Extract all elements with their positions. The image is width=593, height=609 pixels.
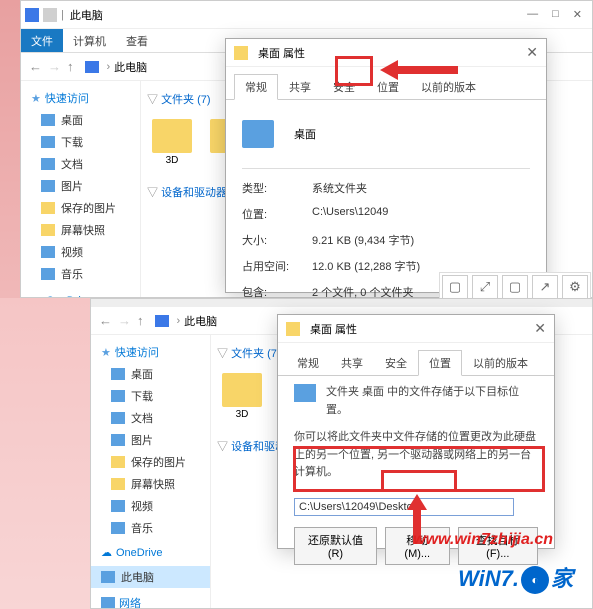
sidebar-item-saved[interactable]: 保存的图片 [21,197,140,219]
folder-item[interactable]: 3D [147,119,197,170]
label-type: 类型: [242,180,312,196]
value-location: C:\Users\12049 [312,206,530,222]
dialog-icon [286,322,300,336]
sidebar-item-downloads[interactable]: 下载 [21,131,140,153]
sidebar-network[interactable]: 网络 [91,592,210,608]
sidebar-item-downloads[interactable]: 下载 [91,385,210,407]
tab-security[interactable]: 安全 [374,350,418,376]
sidebar-item-music[interactable]: 音乐 [21,263,140,285]
logo: WiN7.◐家 [458,561,573,594]
titlebar: | 此电脑 — □ ✕ [21,1,592,29]
action-btn-3[interactable]: ▢ [502,275,528,299]
window-title: 此电脑 [70,7,103,23]
up-icon[interactable]: ↑ [67,59,74,74]
label-disk: 占用空间: [242,258,312,274]
sidebar-item-saved[interactable]: 保存的图片 [91,451,210,473]
forward-icon[interactable]: → [48,59,61,74]
sidebar-onedrive[interactable]: ☁OneDrive [21,291,140,297]
forward-icon[interactable]: → [118,313,131,328]
tab-share[interactable]: 共享 [278,74,322,100]
tab-security[interactable]: 安全 [322,74,366,100]
sidebar-item-documents[interactable]: 文档 [21,153,140,175]
maximize-icon[interactable]: □ [552,8,559,21]
path-text: 此电脑 [184,313,217,329]
folder-large-icon [242,120,274,148]
sidebar-item-videos[interactable]: 视频 [21,241,140,263]
sidebar-item-music[interactable]: 音乐 [91,517,210,539]
dialog-tabs: 常规 共享 安全 位置 以前的版本 [226,67,546,100]
location-desc-1: 文件夹 桌面 中的文件存储于以下目标位置。 [326,384,538,419]
dialog-icon [234,46,248,60]
qat-icon [43,8,57,22]
path-text: 此电脑 [114,59,147,75]
sidebar: ★快速访问 桌面 下载 文档 图片 保存的图片 屏幕快照 视频 音乐 ☁OneD… [91,335,211,608]
value-size: 9.21 KB (9,434 字节) [312,232,530,248]
tab-location[interactable]: 位置 [366,74,410,100]
action-btn-5[interactable]: ⚙ [562,275,588,299]
tab-share[interactable]: 共享 [330,350,374,376]
sidebar-quick-access[interactable]: ★快速访问 [91,341,210,363]
location-desc-2: 你可以将此文件夹中文件存储的位置更改为此硬盘上的另一个位置, 另一个驱动器或网络… [294,429,538,482]
sidebar-item-pictures[interactable]: 图片 [21,175,140,197]
titlebar [91,299,592,307]
sidebar-quick-access[interactable]: ★快速访问 [21,87,140,109]
close-icon[interactable]: ✕ [526,44,538,61]
tab-location[interactable]: 位置 [418,350,462,376]
back-icon[interactable]: ← [29,59,42,74]
dialog-titlebar: 桌面 属性 ✕ [278,315,554,343]
sidebar: ★快速访问 桌面 下载 文档 图片 保存的图片 屏幕快照 视频 音乐 ☁OneD… [21,81,141,297]
sidebar-item-desktop[interactable]: 桌面 [91,363,210,385]
dialog-titlebar: 桌面 属性 ✕ [226,39,546,67]
ribbon-tab-computer[interactable]: 计算机 [63,29,116,52]
label-size: 大小: [242,232,312,248]
pc-icon [155,315,169,327]
watermark-text: www.win7zhijia.cn [413,531,553,549]
sidebar-item-pictures[interactable]: 图片 [91,429,210,451]
tab-general[interactable]: 常规 [286,350,330,376]
back-icon[interactable]: ← [99,313,112,328]
dialog-tabs: 常规 共享 安全 位置 以前的版本 [278,343,554,376]
sidebar-item-screenshots[interactable]: 屏幕快照 [21,219,140,241]
label-location: 位置: [242,206,312,222]
action-btn-1[interactable]: ▢ [442,275,468,299]
action-btn-2[interactable]: ⤢ [472,275,498,299]
folder-item[interactable]: 3D [217,373,267,424]
sidebar-thispc[interactable]: 此电脑 [91,566,210,588]
properties-dialog-1: 桌面 属性 ✕ 常规 共享 安全 位置 以前的版本 类型:系统文件夹 位置:C:… [225,38,547,293]
dialog-title: 桌面 属性 [258,45,305,61]
ribbon-tab-view[interactable]: 查看 [116,29,158,52]
folder-name-input[interactable] [288,125,530,143]
sidebar-item-desktop[interactable]: 桌面 [21,109,140,131]
minimize-icon[interactable]: — [527,8,538,21]
location-path-input[interactable] [294,498,514,516]
tab-previous[interactable]: 以前的版本 [410,74,487,100]
close-icon[interactable]: ✕ [534,320,546,337]
folder-icon [294,384,316,402]
properties-dialog-2: 桌面 属性 ✕ 常规 共享 安全 位置 以前的版本 文件夹 桌面 中的文件存储于… [277,314,555,549]
sidebar-item-documents[interactable]: 文档 [91,407,210,429]
sidebar-item-videos[interactable]: 视频 [91,495,210,517]
ribbon-tab-file[interactable]: 文件 [21,29,63,52]
sidebar-onedrive[interactable]: ☁OneDrive [91,543,210,562]
close-icon[interactable]: ✕ [573,8,582,21]
action-btn-4[interactable]: ↗ [532,275,558,299]
tab-previous[interactable]: 以前的版本 [462,350,539,376]
sidebar-item-screenshots[interactable]: 屏幕快照 [91,473,210,495]
tab-general[interactable]: 常规 [234,74,278,100]
up-icon[interactable]: ↑ [137,313,144,328]
restore-button[interactable]: 还原默认值(R) [294,527,377,565]
dialog-title: 桌面 属性 [310,321,357,337]
value-type: 系统文件夹 [312,180,530,196]
app-icon [25,8,39,22]
pc-icon [85,61,99,73]
